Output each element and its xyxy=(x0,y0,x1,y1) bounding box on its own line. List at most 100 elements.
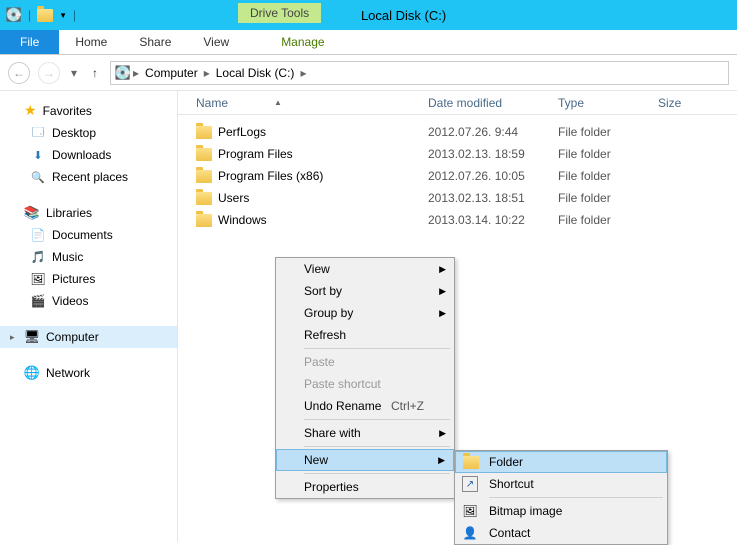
column-date[interactable]: Date modified xyxy=(428,96,558,110)
tab-share[interactable]: Share xyxy=(123,30,187,54)
menu-group-by[interactable]: Group by ▶ xyxy=(276,302,454,324)
menu-label: Undo Rename xyxy=(304,399,381,413)
column-size[interactable]: Size xyxy=(658,96,737,110)
qat-new-folder-icon[interactable] xyxy=(37,7,53,23)
table-row[interactable]: Windows2013.03.14. 10:22File folder xyxy=(178,209,737,231)
sidebar-item-label: Network xyxy=(46,366,90,380)
chevron-right-icon: ▶ xyxy=(439,286,446,297)
chevron-right-icon: ▶ xyxy=(439,308,446,319)
table-row[interactable]: Program Files2013.02.13. 18:59File folde… xyxy=(178,143,737,165)
sidebar-item-label: Documents xyxy=(52,228,113,242)
sidebar-item-recent[interactable]: Recent places xyxy=(0,166,177,188)
qat-dropdown-icon[interactable]: ▼ xyxy=(59,11,67,20)
file-type: File folder xyxy=(558,191,658,205)
tab-home[interactable]: Home xyxy=(59,30,123,54)
window-title: Local Disk (C:) xyxy=(76,8,731,23)
sidebar-item-downloads[interactable]: Downloads xyxy=(0,144,177,166)
history-dropdown-icon[interactable]: ▾ xyxy=(68,62,80,84)
breadcrumb[interactable]: ▸ Computer ▸ Local Disk (C:) ▸ xyxy=(110,61,729,85)
file-name: PerfLogs xyxy=(218,125,266,139)
file-tab[interactable]: File xyxy=(0,30,59,54)
chevron-right-icon[interactable]: ▸ xyxy=(204,66,210,80)
menu-view[interactable]: View▶ xyxy=(276,258,454,280)
qat-separator: | xyxy=(28,8,31,22)
file-date: 2013.02.13. 18:59 xyxy=(428,147,558,161)
submenu-folder[interactable]: Folder xyxy=(455,451,667,473)
menu-separator xyxy=(489,497,663,498)
menu-label: Sort by xyxy=(304,284,342,298)
forward-button[interactable]: → xyxy=(38,62,60,84)
file-type: File folder xyxy=(558,213,658,227)
app-icon xyxy=(6,7,22,23)
tab-manage[interactable]: Manage xyxy=(265,30,340,54)
file-date: 2012.07.26. 9:44 xyxy=(428,125,558,139)
sidebar-item-label: Pictures xyxy=(52,272,95,286)
file-date: 2013.02.13. 18:51 xyxy=(428,191,558,205)
file-type: File folder xyxy=(558,125,658,139)
column-headers: Name▲ Date modified Type Size xyxy=(178,91,737,115)
column-type[interactable]: Type xyxy=(558,96,658,110)
menu-label: Shortcut xyxy=(489,477,534,491)
menu-refresh[interactable]: Refresh xyxy=(276,324,454,346)
folder-icon xyxy=(196,170,212,183)
menu-label: Group by xyxy=(304,306,353,320)
sidebar-favorites[interactable]: ★ Favorites xyxy=(0,99,177,122)
column-label: Name xyxy=(196,96,228,110)
sidebar-item-computer[interactable]: ▸ Computer xyxy=(0,326,177,348)
ribbon-tabs: File Home Share View Manage xyxy=(0,30,737,55)
tab-view[interactable]: View xyxy=(187,30,245,54)
file-type: File folder xyxy=(558,147,658,161)
submenu-contact[interactable]: Contact xyxy=(455,522,667,544)
table-row[interactable]: Users2013.02.13. 18:51File folder xyxy=(178,187,737,209)
sidebar-item-music[interactable]: Music xyxy=(0,246,177,268)
menu-share-with[interactable]: Share with▶ xyxy=(276,422,454,444)
menu-undo-rename[interactable]: Undo Rename Ctrl+Z xyxy=(276,395,454,417)
computer-icon xyxy=(24,329,40,345)
column-name[interactable]: Name▲ xyxy=(178,96,428,110)
back-button[interactable]: ← xyxy=(8,62,30,84)
folder-icon xyxy=(196,148,212,161)
file-date: 2012.07.26. 10:05 xyxy=(428,169,558,183)
star-icon: ★ xyxy=(24,102,37,119)
menu-label: Share with xyxy=(304,426,361,440)
sidebar-item-network[interactable]: Network xyxy=(0,362,177,384)
file-name: Program Files (x86) xyxy=(218,169,323,183)
network-icon xyxy=(24,365,40,381)
sidebar-libraries[interactable]: Libraries xyxy=(0,202,177,224)
breadcrumb-icon xyxy=(115,65,131,81)
sidebar-item-documents[interactable]: Documents xyxy=(0,224,177,246)
chevron-right-icon[interactable]: ▸ xyxy=(133,66,139,80)
navigation-pane: ★ Favorites Desktop Downloads Recent pla… xyxy=(0,91,178,542)
context-tab-drive-tools[interactable]: Drive Tools xyxy=(238,3,321,23)
sidebar-item-label: Libraries xyxy=(46,206,92,220)
menu-shortcut: Ctrl+Z xyxy=(391,399,424,413)
menu-properties[interactable]: Properties xyxy=(276,476,454,498)
menu-separator xyxy=(304,446,450,447)
table-row[interactable]: PerfLogs 2012.07.26. 9:44File folder xyxy=(178,121,737,143)
folder-icon xyxy=(196,192,212,205)
folder-icon xyxy=(196,214,212,227)
menu-sort-by[interactable]: Sort by ▶ xyxy=(276,280,454,302)
breadcrumb-local-disk[interactable]: Local Disk (C:) xyxy=(212,66,299,80)
sidebar-item-desktop[interactable]: Desktop xyxy=(0,122,177,144)
recent-icon xyxy=(30,169,46,185)
submenu-shortcut[interactable]: Shortcut xyxy=(455,473,667,495)
sidebar-item-label: Favorites xyxy=(43,104,92,118)
table-row[interactable]: Program Files (x86)2012.07.26. 10:05File… xyxy=(178,165,737,187)
menu-label: Contact xyxy=(489,526,530,540)
submenu-bitmap[interactable]: Bitmap image xyxy=(455,500,667,522)
menu-new[interactable]: New▶ xyxy=(276,449,454,471)
breadcrumb-computer[interactable]: Computer xyxy=(141,66,202,80)
up-button[interactable]: ↑ xyxy=(88,66,102,80)
file-date: 2013.03.14. 10:22 xyxy=(428,213,558,227)
folder-icon xyxy=(196,126,212,139)
chevron-right-icon[interactable]: ▸ xyxy=(300,66,306,80)
title-bar: | ▼ | Drive Tools Local Disk (C:) xyxy=(0,0,737,30)
shortcut-icon xyxy=(461,476,479,492)
sidebar-item-pictures[interactable]: Pictures xyxy=(0,268,177,290)
sidebar-item-videos[interactable]: Videos xyxy=(0,290,177,312)
picture-icon xyxy=(30,271,46,287)
menu-label: Paste shortcut xyxy=(304,377,381,391)
download-icon xyxy=(30,147,46,163)
bitmap-icon xyxy=(461,503,479,519)
